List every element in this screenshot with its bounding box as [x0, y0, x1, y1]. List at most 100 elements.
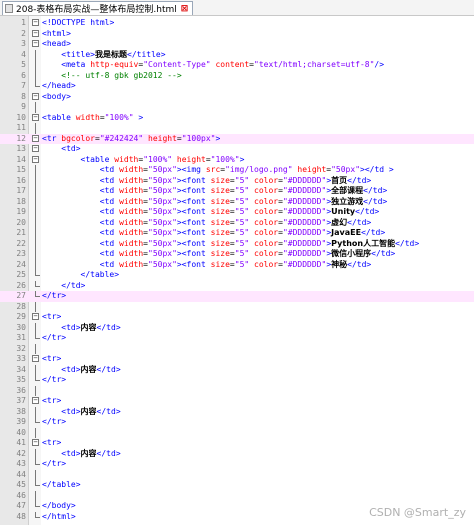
code-text: <td width="50px"><font size="5" color="#…: [99, 196, 388, 206]
code-text: <td width="50px"><font size="5" color="#…: [99, 186, 388, 195]
code-line[interactable]: 19 <td width="50px"><font size="5" color…: [0, 207, 474, 218]
code-line[interactable]: 22 <td width="50px"><font size="5" color…: [0, 238, 474, 249]
code-line[interactable]: 35 </tr>: [0, 375, 474, 386]
fold-toggle-icon[interactable]: −: [32, 19, 39, 26]
fold-end-marker: [35, 338, 40, 339]
line-number: 12: [16, 133, 26, 143]
fold-guide: [35, 196, 36, 207]
code-text: <td>内容</td>: [61, 364, 121, 374]
code-line[interactable]: 20 <td width="50px"><font size="5" color…: [0, 217, 474, 228]
code-line[interactable]: 33− <tr>: [0, 354, 474, 365]
code-line[interactable]: 43 </tr>: [0, 459, 474, 470]
code-line[interactable]: 21 <td width="50px"><font size="5" color…: [0, 228, 474, 239]
fold-toggle-icon[interactable]: −: [32, 313, 39, 320]
code-text: <!DOCTYPE html>: [42, 18, 115, 27]
fold-toggle-icon[interactable]: −: [32, 155, 39, 163]
fold-toggle-icon[interactable]: −: [32, 439, 39, 446]
code-line[interactable]: 6 <!-- utf-8 gbk gb2012 -->: [0, 70, 474, 81]
line-number: 24: [16, 259, 26, 269]
fold-toggle-icon[interactable]: −: [32, 40, 39, 47]
code-line[interactable]: 24 <td width="50px"><font size="5" color…: [0, 259, 474, 270]
code-line[interactable]: 16 <td width="50px"><font size="5" color…: [0, 175, 474, 186]
code-line[interactable]: 42 <td>内容</td>: [0, 448, 474, 459]
code-line[interactable]: 9: [0, 102, 474, 113]
code-line[interactable]: 1− <!DOCTYPE html>: [0, 18, 474, 29]
line-number: 35: [16, 375, 26, 384]
fold-guide: [35, 175, 36, 186]
code-line[interactable]: 46: [0, 490, 474, 501]
line-number: 13: [16, 144, 26, 153]
code-line[interactable]: 17 <td width="50px"><font size="5" color…: [0, 186, 474, 197]
fold-toggle-icon[interactable]: −: [32, 29, 39, 37]
line-number: 19: [16, 207, 26, 216]
line-number: 16: [16, 175, 26, 185]
code-line[interactable]: 2− <html>: [0, 29, 474, 40]
code-text: <title>我是标题</title>: [61, 49, 166, 59]
code-line[interactable]: 25 </table>: [0, 270, 474, 281]
fold-toggle-icon[interactable]: −: [32, 113, 39, 121]
code-text: <table width="100%" height="100%">: [80, 154, 245, 164]
code-line[interactable]: 3− <head>: [0, 39, 474, 50]
file-tab[interactable]: 208-表格布局实战—整体布局控制.html ⊠: [2, 1, 194, 15]
code-line[interactable]: 15 <td width="50px"><img src="img/logo.p…: [0, 165, 474, 176]
line-number: 17: [16, 186, 26, 195]
fold-toggle-icon[interactable]: −: [32, 134, 39, 142]
code-text: </tr>: [42, 375, 67, 384]
fold-guide: [35, 123, 36, 134]
code-line[interactable]: 10− <table width="100%" >: [0, 113, 474, 124]
fold-toggle-icon[interactable]: −: [32, 145, 39, 152]
line-number: 9: [21, 102, 26, 111]
code-line[interactable]: 29− <tr>: [0, 312, 474, 323]
fold-toggle-icon[interactable]: −: [32, 92, 39, 100]
code-line[interactable]: 41− <tr>: [0, 438, 474, 449]
code-line[interactable]: 5 <meta http-equiv="Content-Type" conten…: [0, 60, 474, 71]
code-line[interactable]: 36: [0, 385, 474, 396]
code-text: <td width="50px"><font size="5" color="#…: [99, 207, 380, 216]
line-number: 34: [16, 364, 26, 374]
line-number: 30: [16, 322, 26, 332]
code-text: </body>: [42, 501, 76, 510]
code-line[interactable]: 30 <td>内容</td>: [0, 322, 474, 333]
code-line[interactable]: 39 </tr>: [0, 417, 474, 428]
code-line[interactable]: 34 <td>内容</td>: [0, 364, 474, 375]
code-line[interactable]: 13− <td>: [0, 144, 474, 155]
fold-guide: [35, 427, 36, 438]
fold-end-marker: [35, 485, 40, 486]
fold-guide: [35, 364, 36, 375]
code-line[interactable]: 28: [0, 301, 474, 312]
line-number: 10: [16, 112, 26, 122]
code-text: </tr>: [42, 333, 67, 342]
fold-guide: [35, 60, 36, 71]
code-editor[interactable]: 1− <!DOCTYPE html> 2− <html> 3− <head> 4 <titl…: [0, 16, 474, 525]
code-line[interactable]: 27 </tr>: [0, 291, 474, 302]
code-line[interactable]: 38 <td>内容</td>: [0, 406, 474, 417]
code-line[interactable]: 44: [0, 469, 474, 480]
line-number: 7: [21, 81, 26, 90]
code-line[interactable]: 26 </td>: [0, 280, 474, 292]
fold-toggle-icon[interactable]: −: [32, 397, 39, 404]
line-number: 41: [16, 438, 26, 447]
code-line[interactable]: 11: [0, 123, 474, 134]
code-line[interactable]: 18 <td width="50px"><font size="5" color…: [0, 196, 474, 207]
code-line[interactable]: 23 <td width="50px"><font size="5" color…: [0, 249, 474, 260]
code-line[interactable]: 40: [0, 427, 474, 438]
code-line[interactable]: 12− <tr bgcolor="#242424" height="100px">: [0, 133, 474, 144]
fold-toggle-icon[interactable]: −: [32, 355, 39, 362]
code-text: <td width="50px"><font size="5" color="#…: [99, 228, 386, 237]
code-line[interactable]: 8− <body>: [0, 92, 474, 103]
code-line[interactable]: 31 </tr>: [0, 333, 474, 344]
code-line[interactable]: 32: [0, 343, 474, 354]
code-text: </tr>: [42, 291, 67, 300]
code-line[interactable]: 14− <table width="100%" height="100%">: [0, 155, 474, 166]
code-line[interactable]: 45 </table>: [0, 480, 474, 491]
fold-end-marker: [35, 296, 40, 297]
line-number: 18: [16, 196, 26, 206]
code-line[interactable]: 37− <tr>: [0, 396, 474, 407]
line-number: 37: [16, 396, 26, 405]
close-icon[interactable]: ⊠: [181, 4, 189, 14]
code-text: <td width="50px"><font size="5" color="#…: [99, 238, 420, 248]
code-line[interactable]: 4 <title>我是标题</title>: [0, 49, 474, 60]
fold-end-marker: [35, 506, 40, 507]
code-line[interactable]: 7 </head>: [0, 81, 474, 92]
code-text: </td>: [61, 280, 86, 290]
